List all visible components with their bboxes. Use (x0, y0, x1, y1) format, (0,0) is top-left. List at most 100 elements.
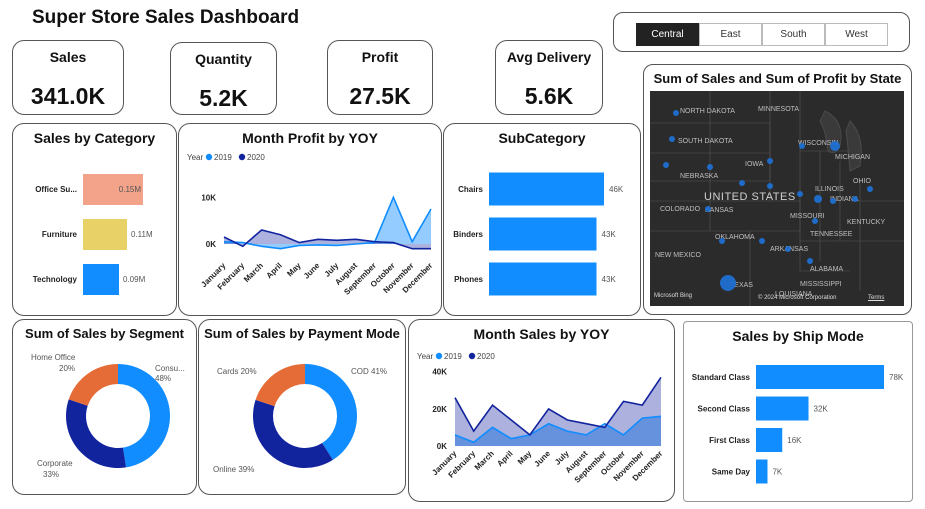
y-tick-label: 20K (432, 405, 447, 414)
x-tick-label: March (242, 261, 265, 284)
month-profit-card[interactable]: Month Profit by YOY Year 2019 2020 10K 0K Jan… (178, 123, 442, 316)
kpi-quantity-card[interactable]: Quantity 5.2K (170, 42, 277, 115)
donut-slice (253, 399, 333, 468)
kpi-label: Quantity (195, 51, 252, 67)
chart-title: Sum of Sales by Payment Mode (204, 326, 400, 341)
bar-value-label: 43K (602, 230, 617, 239)
legend-entry: 2019 (214, 153, 232, 162)
ship-mode-bar-chart: Standard Class 78K Second Class 32K First Cl… (692, 365, 904, 484)
subcategory-bar-chart: Chairs 46K Binders 43K Phones 43K (453, 172, 624, 296)
slice-label: Online 39% (213, 465, 254, 474)
bar-value-label: 46K (609, 185, 624, 194)
kpi-value: 5.6K (524, 83, 574, 109)
bar-category-label: Same Day (712, 468, 751, 477)
kpi-profit-card[interactable]: Profit 27.5K (327, 40, 433, 115)
bar-category-label: First Class (709, 436, 750, 445)
slice-label: Corporate (37, 459, 73, 468)
chart-title: Sales by Ship Mode (732, 328, 864, 344)
chart-title: SubCategory (498, 130, 586, 146)
category-bar-chart: Office Su... 0.15M Furniture 0.11M Technolog… (33, 174, 153, 295)
page-title: Super Store Sales Dashboard (32, 7, 300, 28)
legend-marker (468, 352, 476, 360)
y-tick-label: 0K (206, 240, 216, 249)
region-slicer: Central East South West (613, 12, 910, 52)
chart-title: Month Sales by YOY (473, 326, 610, 342)
legend-marker (238, 153, 246, 161)
y-tick-label: 40K (432, 368, 447, 377)
slice-value-label: 33% (43, 470, 59, 479)
slicer-east-button[interactable]: East (699, 23, 762, 46)
segment-card[interactable]: Sum of Sales by Segment Consu... 48% Corpo… (12, 319, 197, 495)
slice-label: Home Office (31, 353, 76, 362)
legend-title: Year (417, 352, 434, 361)
legend-entry: 2020 (477, 352, 495, 361)
kpi-value: 5.2K (199, 85, 248, 111)
bar-value-label: 78K (889, 373, 904, 382)
kpi-avg-delivery-card[interactable]: Avg Delivery 5.6K (495, 40, 603, 115)
kpi-value: 27.5K (349, 83, 411, 109)
kpi-label: Profit (361, 49, 399, 65)
sales-by-category-card[interactable]: Sales by Category Office Su... 0.15M Furni… (12, 123, 177, 316)
series-area (455, 377, 661, 446)
bar (489, 262, 597, 296)
y-tick-label: 0K (437, 442, 447, 451)
bar (756, 459, 768, 484)
slicer-south-button[interactable]: South (762, 23, 825, 46)
x-tick-label: June (302, 261, 322, 281)
map-title: Sum of Sales and Sum of Profit by State (653, 71, 902, 86)
chart-title: Sum of Sales by Segment (25, 326, 184, 341)
donut-slice (66, 399, 127, 468)
slice-label: COD 41% (351, 367, 387, 376)
category-label: Technology (33, 275, 78, 284)
slice-value-label: 20% (59, 364, 75, 373)
payment-donut-chart: COD 41% Online 39% Cards 20% (213, 364, 387, 474)
month-sales-card[interactable]: Month Sales by YOY Year 2019 2020 40K 20K 0K J… (408, 319, 675, 502)
x-tick-label: April (495, 449, 514, 468)
bar (756, 428, 783, 452)
bar-value-label: 32K (814, 405, 829, 414)
y-tick-label: 10K (201, 193, 216, 202)
segment-donut-chart: Consu...48% Corporate 33% Home Office 20% (31, 353, 185, 479)
x-tick-label: April (265, 261, 284, 280)
bar-category-label: Chairs (458, 185, 483, 194)
kpi-sales-card[interactable]: Sales 341.0K (12, 40, 124, 115)
slicer-west-button[interactable]: West (825, 23, 888, 46)
slicer-central-button[interactable]: Central (636, 23, 699, 46)
bar-value-label: 7K (772, 468, 782, 477)
kpi-label: Avg Delivery (506, 49, 592, 65)
category-bar (83, 264, 119, 295)
payment-card[interactable]: Sum of Sales by Payment Mode COD 41% Onli… (198, 319, 406, 495)
kpi-value: 341.0K (30, 83, 106, 109)
bar (489, 172, 604, 206)
month-profit-area-chart: Year 2019 202010K0KJanuaryFebruaryMarch Apr… (187, 153, 434, 297)
bar (756, 396, 809, 421)
ship-mode-card[interactable]: Sales by Ship Mode Standard Class 78K Seco… (683, 321, 913, 502)
month-sales-area-chart: Year 2019 202040K20K0KJanuaryFebruaryMarch… (417, 352, 664, 485)
map-state-labels (650, 91, 904, 306)
category-value-label: 0.15M (119, 185, 142, 194)
donut-slice (305, 364, 357, 460)
chart-title: Month Profit by YOY (242, 130, 378, 146)
map-terms-link[interactable]: Terms (868, 295, 884, 301)
category-label: Office Su... (35, 185, 77, 194)
x-tick-label: March (473, 449, 496, 472)
donut-slice (255, 364, 305, 407)
legend-title: Year (187, 153, 204, 162)
bar (489, 217, 597, 251)
legend-entry: 2020 (247, 153, 265, 162)
bing-text: Microsoft Bing (654, 293, 693, 299)
kpi-label: Sales (49, 49, 87, 65)
slice-label: Cards 20% (217, 367, 257, 376)
bar-value-label: 16K (787, 436, 802, 445)
category-bar (83, 219, 127, 250)
subcategory-card[interactable]: SubCategory Chairs 46K Binders 43K Phones 43K (443, 123, 641, 316)
category-value-label: 0.09M (123, 275, 146, 284)
chart-title: Sales by Category (33, 130, 156, 146)
state-map-card[interactable]: Sum of Sales and Sum of Profit by State … (643, 64, 912, 315)
bar (756, 365, 884, 389)
x-tick-label: May (285, 261, 303, 279)
category-label: Furniture (42, 230, 78, 239)
category-value-label: 0.11M (131, 230, 153, 239)
x-tick-label: May (516, 449, 534, 467)
bing-logo: Microsoft Bing (654, 293, 692, 299)
